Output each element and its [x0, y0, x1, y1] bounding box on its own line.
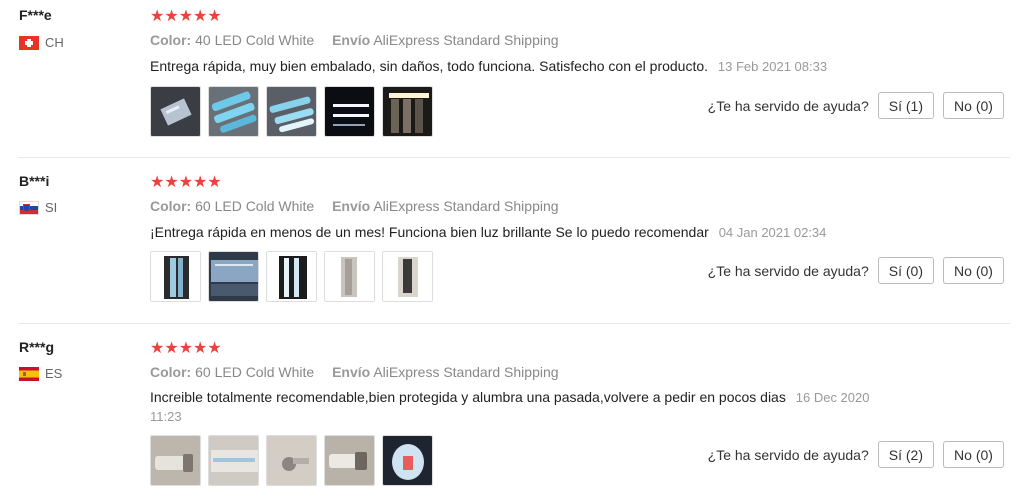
helpful-no-button[interactable]: No (0) — [943, 257, 1004, 284]
reviewer-name: B***i — [19, 173, 50, 189]
review-photo[interactable] — [324, 435, 375, 486]
reviewer-country: ES — [19, 366, 62, 381]
color-label: Color: — [150, 364, 192, 380]
reviewer-country: CH — [19, 35, 64, 50]
product-attributes: Color: 60 LED Cold White Envío AliExpres… — [150, 364, 559, 380]
review-item: B***i SI ★★★★★ Color: 60 LED Cold White … — [0, 158, 1034, 323]
review-text: ¡Entrega rápida en menos de un mes! Func… — [150, 224, 709, 240]
review-photos — [150, 251, 433, 302]
review-photos — [150, 86, 433, 137]
review-photo[interactable] — [382, 435, 433, 486]
reviewer-name: R***g — [19, 339, 55, 355]
review-photo[interactable] — [208, 435, 259, 486]
review-photo[interactable] — [324, 86, 375, 137]
review-photo[interactable] — [382, 86, 433, 137]
review-photos — [150, 435, 433, 486]
color-value: 60 LED Cold White — [195, 198, 315, 214]
helpful-question: ¿Te ha servido de ayuda? — [707, 262, 869, 279]
review-date: 04 Jan 2021 02:34 — [718, 225, 827, 240]
shipping-label: Envío — [332, 32, 371, 48]
helpful-yes-button[interactable]: Sí (0) — [877, 257, 934, 284]
review-photo[interactable] — [208, 251, 259, 302]
review-photo[interactable] — [150, 435, 201, 486]
product-attributes: Color: 60 LED Cold White Envío AliExpres… — [150, 198, 559, 214]
color-value: 60 LED Cold White — [195, 364, 315, 380]
shipping-value: AliExpress Standard Shipping — [373, 198, 559, 214]
helpful-no-button[interactable]: No (0) — [943, 441, 1004, 468]
color-label: Color: — [150, 32, 192, 48]
shipping-label: Envío — [332, 364, 371, 380]
reviewer-country: SI — [19, 200, 57, 215]
helpful-no-button[interactable]: No (0) — [943, 92, 1004, 119]
helpful-yes-button[interactable]: Sí (1) — [877, 92, 934, 119]
review-photo[interactable] — [382, 251, 433, 302]
helpful-vote: ¿Te ha servido de ayuda? Sí (0) No (0) — [708, 257, 1004, 284]
helpful-vote: ¿Te ha servido de ayuda? Sí (1) No (0) — [708, 92, 1004, 119]
review-photo[interactable] — [266, 251, 317, 302]
shipping-label: Envío — [332, 198, 371, 214]
star-rating: ★★★★★ — [150, 174, 222, 191]
star-rating: ★★★★★ — [150, 340, 222, 357]
shipping-value: AliExpress Standard Shipping — [373, 32, 559, 48]
country-code: SI — [45, 200, 58, 215]
review-photo[interactable] — [266, 435, 317, 486]
review-photo[interactable] — [266, 86, 317, 137]
review-date: 13 Feb 2021 08:33 — [717, 59, 828, 74]
star-rating: ★★★★★ — [150, 8, 222, 25]
helpful-question: ¿Te ha servido de ayuda? — [707, 97, 869, 114]
color-label: Color: — [150, 198, 192, 214]
review-photo[interactable] — [324, 251, 375, 302]
review-text: Entrega rápida, muy bien embalado, sin d… — [150, 58, 709, 74]
helpful-vote: ¿Te ha servido de ayuda? Sí (2) No (0) — [708, 441, 1004, 468]
slovenia-flag-icon — [19, 200, 39, 215]
color-value: 40 LED Cold White — [195, 32, 315, 48]
review-text: Increible totalmente recomendable,bien p… — [150, 389, 786, 405]
review-photo[interactable] — [150, 86, 201, 137]
spain-flag-icon — [19, 366, 39, 381]
helpful-question: ¿Te ha servido de ayuda? — [707, 446, 869, 463]
review-item: R***g ES ★★★★★ Color: 60 LED Cold White … — [0, 324, 1034, 504]
reviewer-name: F***e — [19, 7, 52, 23]
country-code: CH — [45, 35, 64, 50]
shipping-value: AliExpress Standard Shipping — [373, 364, 559, 380]
switzerland-flag-icon — [19, 35, 39, 50]
product-attributes: Color: 40 LED Cold White Envío AliExpres… — [150, 32, 559, 48]
country-code: ES — [45, 366, 63, 381]
review-text-block: Entrega rápida, muy bien embalado, sin d… — [150, 57, 910, 76]
review-text-block: Increible totalmente recomendable,bien p… — [150, 388, 895, 426]
review-item: F***e CH ★★★★★ Color: 40 LED Cold White … — [0, 0, 1034, 157]
helpful-yes-button[interactable]: Sí (2) — [877, 441, 934, 468]
review-text-block: ¡Entrega rápida en menos de un mes! Func… — [150, 223, 910, 242]
review-photo[interactable] — [150, 251, 201, 302]
review-photo[interactable] — [208, 86, 259, 137]
